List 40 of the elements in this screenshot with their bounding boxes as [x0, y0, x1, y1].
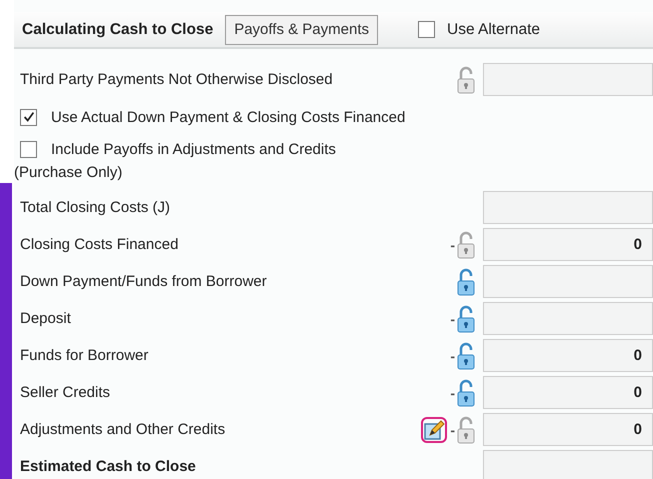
input-field[interactable]: 0 [483, 339, 653, 372]
checkbox[interactable] [20, 140, 37, 158]
input-field[interactable]: 0 [483, 376, 653, 409]
field-label: Deposit [19, 310, 72, 327]
padlock-icon[interactable] [456, 304, 476, 332]
input-field[interactable]: 0 [483, 413, 653, 446]
field-label: Closing Costs Financed [19, 236, 180, 253]
checkbox[interactable] [20, 108, 37, 126]
input-field[interactable]: 0 [483, 228, 653, 261]
minus-sign: - [450, 310, 455, 326]
minus-sign: - [450, 236, 455, 252]
field-label: Seller Credits [19, 384, 112, 401]
padlock-icon[interactable] [456, 66, 476, 94]
checkbox-label: Use Actual Down Payment & Closing Costs Financed [51, 108, 406, 126]
checkbox-label: (Purchase Only) [14, 164, 124, 183]
field-label: Total Closing Costs (J) [19, 199, 172, 216]
padlock-icon[interactable] [456, 268, 476, 296]
field-label: Estimated Cash to Close [19, 458, 197, 475]
padlock-icon[interactable] [456, 416, 476, 444]
checkbox[interactable] [418, 21, 435, 38]
checkbox-label: Include Payoffs in Adjustments and Credits [51, 140, 336, 158]
padlock-icon[interactable] [456, 342, 476, 370]
padlock-icon[interactable] [456, 378, 476, 406]
field-label: Adjustments and Other Credits [19, 421, 226, 438]
minus-sign: - [450, 348, 455, 364]
input-field[interactable] [483, 191, 653, 224]
minus-sign: - [450, 422, 455, 438]
field-label: Funds for Borrower [19, 347, 150, 364]
input-field[interactable] [483, 450, 653, 479]
input-field[interactable] [483, 302, 653, 335]
field-label: Down Payment/Funds from Borrower [19, 273, 268, 290]
input-field[interactable] [483, 265, 653, 298]
input-field[interactable] [483, 63, 653, 96]
payoffs-button[interactable]: Payoffs & Payments [225, 14, 378, 44]
minus-sign: - [450, 384, 455, 400]
padlock-icon[interactable] [456, 230, 476, 258]
edit-icon[interactable] [421, 416, 448, 442]
field-label: Third Party Payments Not Otherwise Disclosed [19, 71, 334, 88]
checkbox-label: Use Alternate [447, 20, 540, 38]
section-title: Calculating Cash to Close [22, 20, 214, 38]
